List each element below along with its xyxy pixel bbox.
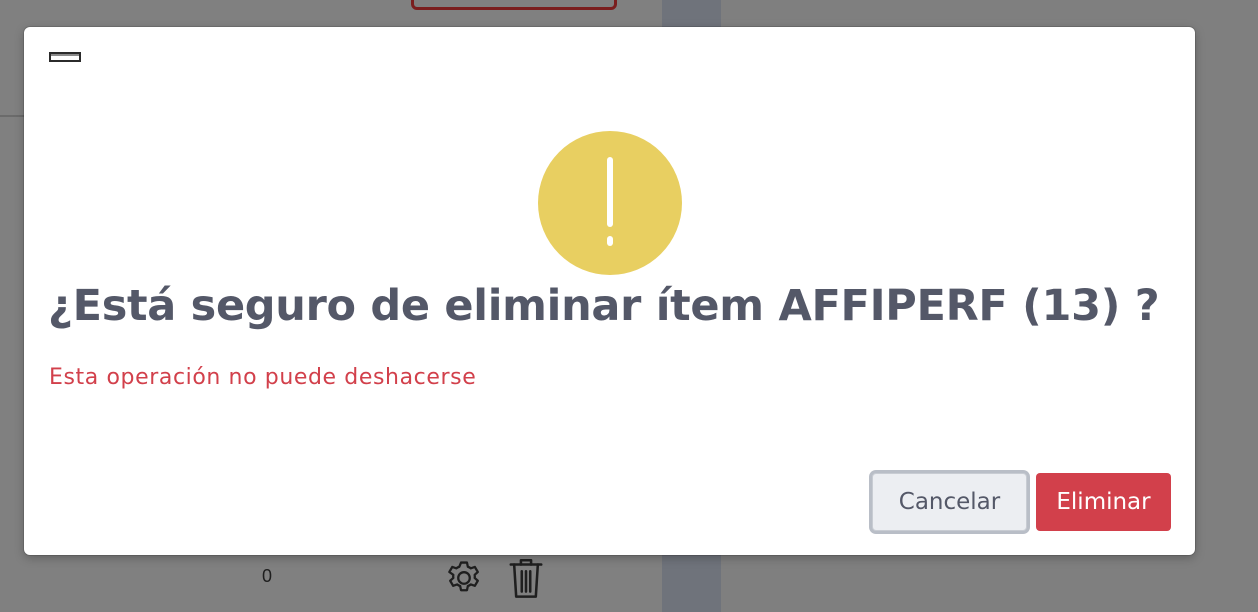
background-count-value: 0 [262, 566, 273, 586]
cancel-button[interactable]: Cancelar [872, 473, 1027, 531]
dialog-warning-text: Esta operación no puede deshacerse [49, 365, 477, 390]
dialog-title: ¿Está seguro de eliminar ítem AFFIPERF (… [48, 281, 1160, 331]
warning-icon-dot [607, 236, 613, 246]
background-outlined-button [411, 0, 617, 10]
delete-button[interactable]: Eliminar [1036, 473, 1171, 531]
close-icon[interactable] [49, 52, 81, 62]
warning-icon [538, 131, 682, 275]
trash-icon [509, 558, 543, 598]
confirm-delete-dialog: ¿Está seguro de eliminar ítem AFFIPERF (… [24, 27, 1195, 555]
gear-icon [448, 561, 479, 592]
warning-icon-bar [607, 157, 613, 227]
